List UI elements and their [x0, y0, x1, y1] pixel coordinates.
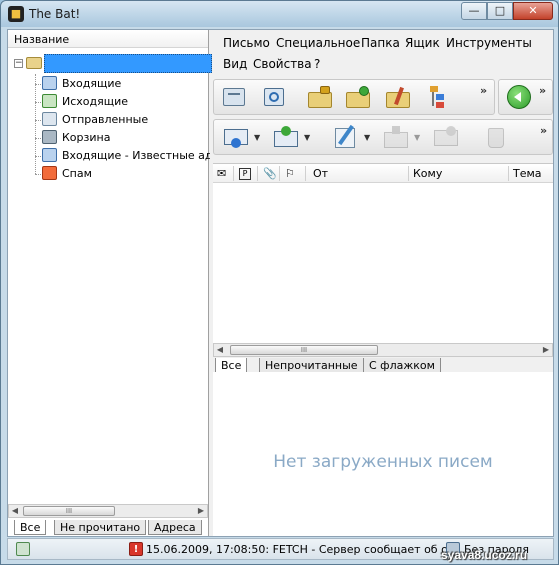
toolbar-more-icon[interactable]: » [480, 84, 487, 97]
scroll-thumb[interactable]: III [230, 345, 378, 355]
priority-col-icon[interactable]: P [239, 168, 251, 180]
message-hscrollbar[interactable]: ◀ III ▶ [213, 343, 553, 357]
toolbar-bottom: ▼ ▼ ▼ ▼ » [213, 119, 553, 155]
menu-bar: Письмо Специальное Папка Ящик Инструмент… [213, 32, 551, 74]
folder-item-inbox-known[interactable]: Входящие - Известные ад... [35, 147, 210, 165]
message-list[interactable]: ✉ P 📎 ⚐ От Кому Тема [213, 163, 553, 357]
toolbar-more-icon[interactable]: » [539, 84, 546, 97]
title-bar[interactable]: ■ The Bat! — □ ✕ [1, 1, 558, 27]
folder-label: Исходящие [62, 95, 129, 108]
dropdown-arrow-icon[interactable]: ▼ [414, 133, 420, 142]
toolbar-more-icon[interactable]: » [540, 124, 547, 137]
scroll-right-icon[interactable]: ▶ [195, 505, 207, 517]
sent-folder-icon [42, 112, 57, 126]
minimize-button[interactable]: — [461, 2, 487, 20]
menu-tools[interactable]: Инструменты [446, 36, 532, 50]
send-mail-icon[interactable] [272, 124, 300, 150]
message-list-header: ✉ P 📎 ⚐ От Кому Тема [213, 164, 553, 183]
tab-flagged[interactable]: С флажком [363, 358, 441, 373]
bat-logo-icon: ■ [8, 6, 24, 22]
compose-pen-icon[interactable] [332, 124, 360, 150]
menu-properties[interactable]: Свойства [253, 57, 312, 71]
folder-item-inbox[interactable]: Входящие [35, 75, 210, 93]
app-window: ■ The Bat! — □ ✕ Название − Входящие Исх… [0, 0, 559, 565]
outbox-folder-icon [42, 94, 57, 108]
account-root[interactable]: − [14, 54, 212, 74]
folder-hscrollbar[interactable]: ◀ III ▶ [8, 504, 208, 518]
flag-col-icon[interactable]: ⚐ [285, 167, 295, 180]
folder-label: Отправленные [62, 113, 149, 126]
tab-addresses[interactable]: Адреса [148, 520, 202, 535]
menu-mailbox[interactable]: Ящик [405, 36, 440, 50]
mail-envelope-icon[interactable] [222, 124, 250, 150]
green-back-icon[interactable] [505, 84, 533, 110]
menu-help[interactable]: ? [314, 57, 320, 71]
new-folder-icon[interactable] [344, 84, 372, 110]
maximize-button[interactable]: □ [487, 2, 513, 20]
dropdown-arrow-icon[interactable]: ▼ [304, 133, 310, 142]
window-title: The Bat! [29, 7, 81, 21]
column-subject[interactable]: Тема [513, 167, 542, 180]
envelope-col-icon[interactable]: ✉ [217, 167, 226, 180]
empty-viewer-text: Нет загруженных писем [273, 452, 493, 472]
dropdown-arrow-icon[interactable]: ▼ [364, 133, 370, 142]
spam-folder-icon [42, 166, 57, 180]
folder-label: Спам [62, 167, 92, 180]
menu-folder[interactable]: Папка [361, 36, 400, 50]
tab-all[interactable]: Все [215, 358, 248, 373]
toolbar-nav: » [498, 79, 553, 115]
message-viewer: Нет загруженных писем [213, 372, 553, 536]
tab-unread[interactable]: Не прочитано [54, 520, 147, 535]
folder-lock-icon[interactable] [306, 84, 334, 110]
account-folder-icon [26, 57, 42, 69]
folder-item-sent[interactable]: Отправленные [35, 111, 210, 129]
folder-label: Корзина [62, 131, 111, 144]
column-from[interactable]: От [313, 167, 328, 180]
column-to[interactable]: Кому [413, 167, 442, 180]
close-button[interactable]: ✕ [513, 2, 553, 20]
inbox-folder-icon [42, 76, 57, 90]
watermark-text: syava8.ucoz.ru [441, 548, 528, 562]
scroll-right-icon[interactable]: ▶ [540, 344, 552, 356]
folder-column-header[interactable]: Название [8, 30, 208, 48]
menu-letter[interactable]: Письмо [223, 36, 270, 50]
connection-icon[interactable] [16, 542, 30, 556]
trash-folder-icon [42, 130, 57, 144]
delete-trash-icon[interactable] [482, 124, 510, 150]
folder-pane: Название − Входящие Исходящие Отправленн… [8, 30, 212, 536]
toolbar-top: » [213, 79, 495, 115]
error-icon: ! [129, 542, 143, 556]
inbox-folder-icon [42, 148, 57, 162]
dropdown-arrow-icon[interactable]: ▼ [254, 133, 260, 142]
reply-icon[interactable] [382, 124, 410, 150]
menu-special[interactable]: Специальное [276, 36, 360, 50]
client-area: Название − Входящие Исходящие Отправленн… [7, 29, 554, 537]
status-message: 15.06.2009, 17:08:50: FETCH - Сервер соо… [146, 543, 469, 556]
account-name-selected[interactable] [44, 54, 212, 73]
scroll-left-icon[interactable]: ◀ [214, 344, 226, 356]
scroll-left-icon[interactable]: ◀ [9, 505, 21, 517]
send-queued-icon[interactable] [260, 84, 288, 110]
folder-item-outbox[interactable]: Исходящие [35, 93, 210, 111]
menu-view[interactable]: Вид [223, 57, 247, 71]
tab-all[interactable]: Все [14, 520, 47, 535]
get-mail-icon[interactable] [220, 84, 248, 110]
attachment-col-icon[interactable]: 📎 [263, 167, 277, 180]
folder-tools-icon[interactable] [384, 84, 412, 110]
collapse-icon[interactable]: − [14, 59, 23, 68]
folder-item-trash[interactable]: Корзина [35, 129, 210, 147]
forward-icon[interactable] [432, 124, 460, 150]
folder-item-spam[interactable]: Спам [35, 165, 210, 183]
folder-label: Входящие - Известные ад... [62, 149, 210, 162]
scroll-thumb[interactable]: III [23, 506, 115, 516]
address-tree-icon[interactable] [424, 84, 452, 110]
folder-label: Входящие [62, 77, 122, 90]
tab-unread[interactable]: Непрочитанные [259, 358, 364, 373]
folder-tabs: Все Не прочитано Адреса [8, 520, 208, 536]
